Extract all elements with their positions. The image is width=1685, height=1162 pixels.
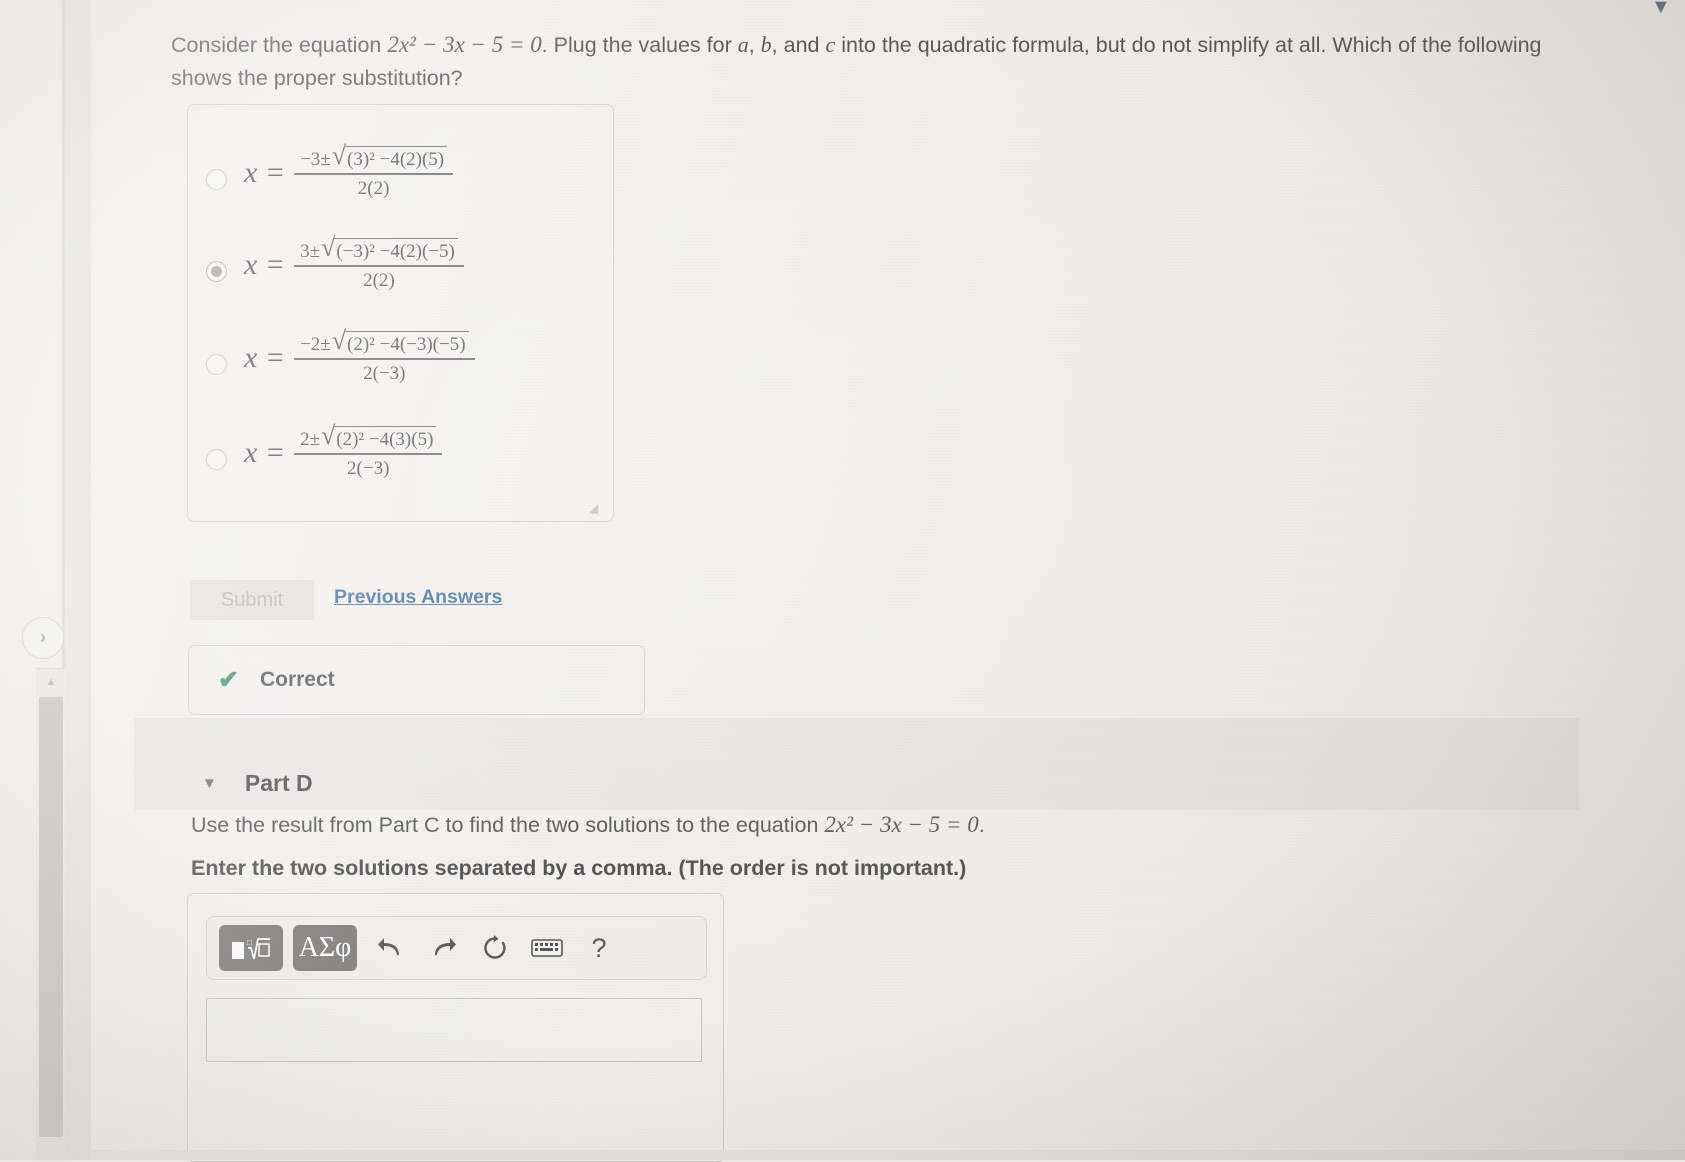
stem-comma: , (748, 33, 761, 57)
choice-a-radical: √ (3)² −4(2)(5) (332, 143, 448, 171)
choice-d-radicand: (2)² −4(3)(5) (333, 426, 437, 451)
greek-symbols-label: ΑΣφ (298, 932, 352, 963)
part-d-instruction-tail: . (978, 813, 985, 837)
top-caret-icon: ▼ (1651, 0, 1671, 18)
choice-c-fraction: −2± √ (2)² −4(−3)(−5) 2(−3) (294, 328, 475, 385)
submit-button[interactable]: Submit (190, 580, 314, 620)
choice-d-fraction: 2± √ (2)² −4(3)(5) 2(−3) (294, 423, 443, 480)
math-template-button[interactable]: □ (219, 925, 283, 971)
variable-b: b (760, 32, 772, 57)
svg-text:□: □ (247, 938, 252, 947)
nth-root-template-icon: □ (232, 938, 270, 960)
question-stem: Consider the equation 2x² − 3x − 5 = 0. … (171, 28, 1593, 95)
feedback-banner: ✔ Correct (188, 645, 645, 715)
choice-b-denominator: 2(2) (363, 269, 395, 291)
chevron-right-icon: › (39, 627, 47, 648)
chevron-down-icon[interactable]: ▼ (202, 775, 217, 792)
greek-symbols-button[interactable]: ΑΣφ (293, 925, 357, 971)
stem-and: , and (771, 33, 826, 57)
radio-choice-d[interactable] (206, 448, 227, 470)
choice-a-fraction: −3± √ (3)² −4(2)(5) 2(2) (294, 143, 454, 200)
choice-c-numerator-lead: −2± (300, 334, 331, 356)
answer-input[interactable] (206, 998, 702, 1062)
choice-d-lhs: x = (244, 436, 286, 469)
expand-sidebar-button[interactable]: › (22, 617, 64, 659)
part-d-emphasis: Enter the two solutions separated by a c… (191, 856, 967, 880)
choice-b-radical: √ (−3)² −4(2)(−5) (321, 235, 458, 263)
answer-choices-card: x = −3± √ (3)² −4(2)(5) 2(2) x = 3± √ (−… (187, 104, 614, 522)
part-d-equation: 2x² − 3x − 5 = 0 (824, 812, 979, 837)
reset-circular-arrow-icon (484, 935, 506, 959)
choice-a-numerator-lead: −3± (300, 149, 331, 171)
undo-button[interactable] (365, 925, 417, 971)
choice-option-a[interactable]: x = −3± √ (3)² −4(2)(5) 2(2) (206, 135, 606, 211)
scroll-up-icon[interactable]: ▲ (36, 669, 66, 695)
choice-b-numerator-lead: 3± (300, 241, 320, 263)
choice-b-fraction: 3± √ (−3)² −4(2)(−5) 2(2) (294, 235, 464, 292)
undo-icon (378, 938, 399, 955)
radio-choice-c[interactable] (206, 353, 227, 375)
choice-option-b[interactable]: x = 3± √ (−3)² −4(2)(−5) 2(2) (206, 227, 606, 303)
part-d-title: Part D (244, 769, 313, 796)
part-d-header[interactable]: ▼ Part D (134, 758, 1579, 808)
check-icon: ✔ (218, 666, 239, 694)
radio-choice-b[interactable] (206, 260, 227, 282)
answer-entry-card: □ ΑΣφ ? (187, 893, 724, 1162)
redo-icon (435, 938, 456, 955)
choice-c-equation: x = −2± √ (2)² −4(−3)(−5) 2(−3) (244, 328, 475, 385)
feedback-label: Correct (259, 668, 335, 691)
stem-equation: 2x² − 3x − 5 = 0 (387, 32, 542, 57)
choice-b-lhs: x = (244, 248, 286, 281)
choice-c-lhs: x = (244, 341, 286, 374)
choice-c-radical: √ (2)² −4(−3)(−5) (332, 328, 469, 356)
choice-a-radicand: (3)² −4(2)(5) (344, 146, 448, 171)
keyboard-icon (531, 939, 563, 957)
previous-answers-link[interactable]: Previous Answers (334, 586, 502, 609)
stem-text-2: . Plug the values for (541, 33, 738, 57)
math-toolbar: □ ΑΣφ ? (206, 916, 707, 980)
scrollbar-thumb[interactable] (39, 697, 63, 1137)
choice-a-lhs: x = (244, 156, 286, 189)
choice-b-equation: x = 3± √ (−3)² −4(2)(−5) 2(2) (244, 235, 464, 292)
content-left-strip (65, 0, 91, 1160)
choice-c-denominator: 2(−3) (363, 362, 406, 384)
redo-button[interactable] (417, 925, 469, 971)
stem-text-1: Consider the equation (171, 33, 388, 57)
part-d-instruction-lead: Use the result from Part C to find the t… (191, 813, 825, 837)
choice-d-denominator: 2(−3) (347, 457, 390, 479)
choice-c-radicand: (2)² −4(−3)(−5) (344, 331, 469, 356)
help-button[interactable]: ? (573, 925, 625, 971)
radio-choice-a[interactable] (206, 168, 227, 190)
keyboard-button[interactable] (521, 925, 573, 971)
choice-d-radical: √ (2)² −4(3)(5) (321, 423, 437, 451)
choice-option-c[interactable]: x = −2± √ (2)² −4(−3)(−5) 2(−3) (206, 320, 606, 396)
variable-c: c (825, 32, 836, 57)
variable-a: a (737, 32, 749, 57)
vertical-scrollbar[interactable]: ▲ (36, 668, 66, 1161)
page-bottom-edge (91, 1150, 1685, 1160)
part-d-instruction: Use the result from Part C to find the t… (191, 809, 1491, 841)
assignment-page: ▼ Consider the equation 2x² − 3x − 5 = 0… (91, 0, 1685, 1162)
choice-option-d[interactable]: x = 2± √ (2)² −4(3)(5) 2(−3) (206, 415, 606, 491)
help-question-mark-icon: ? (591, 932, 607, 963)
choice-d-equation: x = 2± √ (2)² −4(3)(5) 2(−3) (244, 423, 443, 480)
choice-a-equation: x = −3± √ (3)² −4(2)(5) 2(2) (244, 143, 454, 200)
choice-d-numerator-lead: 2± (300, 429, 320, 451)
choice-b-radicand: (−3)² −4(2)(−5) (333, 238, 458, 263)
reset-button[interactable] (469, 925, 521, 971)
resize-grip-icon[interactable]: ◢ (589, 501, 601, 515)
choice-a-denominator: 2(2) (357, 177, 390, 199)
